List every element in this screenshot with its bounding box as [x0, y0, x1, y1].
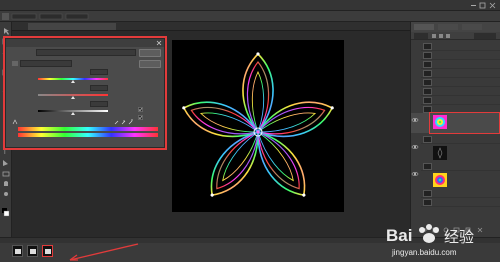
image-canvas[interactable]	[172, 40, 344, 212]
watermark-brand: Bai	[386, 226, 413, 245]
layer-thumbnail	[423, 79, 432, 86]
layer-row[interactable]	[421, 87, 500, 96]
layer-row[interactable]	[421, 198, 500, 207]
layer-row[interactable]	[421, 60, 500, 69]
document-tab-bar	[10, 22, 410, 31]
layer-row[interactable]	[421, 69, 500, 78]
layer-row[interactable]	[421, 135, 500, 144]
layer-row[interactable]	[421, 51, 500, 60]
layer-thumbnail	[423, 52, 432, 59]
layer-row[interactable]	[421, 162, 500, 171]
dialog-highlight-box	[3, 36, 167, 150]
layer-row[interactable]	[411, 144, 500, 162]
layer-thumbnail	[433, 146, 447, 160]
baidu-jingyan-watermark: Bai 经验 jingyan.baidu.com	[382, 220, 498, 260]
layer-thumbnail	[423, 136, 432, 143]
layer-row[interactable]	[411, 171, 500, 189]
menu-bar	[0, 0, 500, 11]
layer-row[interactable]	[421, 96, 500, 105]
window-controls[interactable]	[470, 2, 498, 9]
panel-header-icons[interactable]	[414, 24, 498, 30]
options-controls[interactable]	[2, 13, 92, 20]
svg-text:T: T	[2, 149, 7, 156]
document-tab-shape[interactable]	[28, 23, 116, 30]
frame-thumbnail-selected[interactable]	[42, 245, 53, 257]
layer-filter-controls[interactable]	[414, 33, 498, 39]
layer-thumbnail	[423, 70, 432, 77]
layer-thumbnail	[423, 88, 432, 95]
layer-row[interactable]	[421, 42, 500, 51]
layer-thumbnail	[423, 43, 432, 50]
layer-highlight-box	[429, 112, 500, 134]
layer-thumbnail	[423, 190, 432, 197]
annotation-arrow	[69, 243, 139, 261]
layer-thumbnail	[433, 173, 447, 187]
layer-options-bar	[411, 32, 500, 40]
layer-thumbnail	[423, 163, 432, 170]
layer-row[interactable]	[421, 78, 500, 87]
frame-thumbnail[interactable]	[27, 245, 38, 257]
watermark-url: jingyan.baidu.com	[392, 248, 457, 257]
layers-panel	[410, 22, 500, 237]
options-bar	[0, 11, 500, 22]
layer-row[interactable]	[421, 189, 500, 198]
panel-header	[411, 22, 500, 32]
watermark-brand-suffix: 经验	[444, 228, 475, 246]
flower-artwork	[176, 51, 340, 207]
layer-thumbnail	[423, 97, 432, 104]
visibility-icons[interactable]	[411, 40, 419, 230]
layer-thumbnail	[423, 61, 432, 68]
frame-thumbnail[interactable]	[12, 245, 23, 257]
layer-thumbnail	[423, 199, 432, 206]
